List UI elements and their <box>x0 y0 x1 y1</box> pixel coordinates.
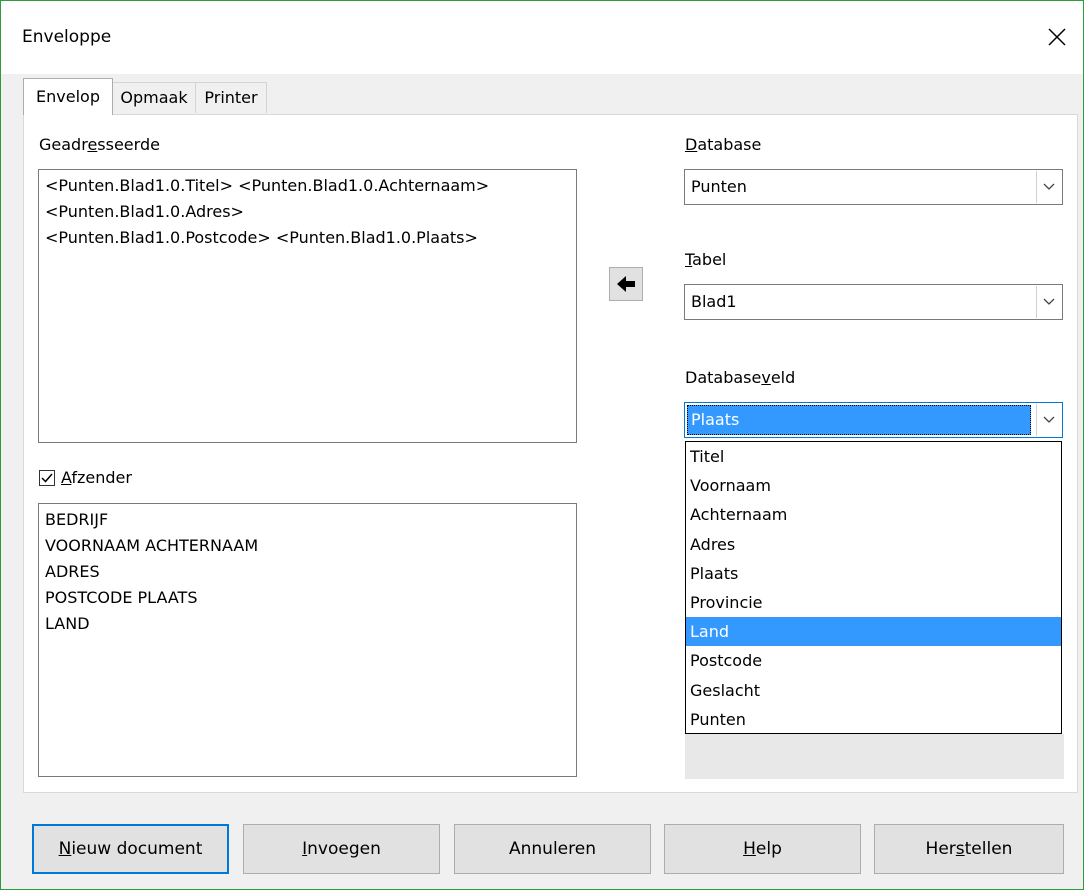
cancel-button[interactable]: Annuleren <box>454 824 651 874</box>
tab-printer[interactable]: Printer <box>195 82 267 113</box>
database-field-select[interactable]: Plaats <box>684 402 1063 438</box>
envelope-dialog: Enveloppe Envelop Opmaak Printer Geadres… <box>0 0 1084 890</box>
arrow-left-icon <box>617 276 635 292</box>
addressee-textbox[interactable]: <Punten.Blad1.0.Titel> <Punten.Blad1.0.A… <box>38 169 577 443</box>
dropdown-option-voornaam[interactable]: Voornaam <box>686 471 1061 500</box>
addressee-line: <Punten.Blad1.0.Titel> <Punten.Blad1.0.A… <box>45 176 490 195</box>
tab-envelop[interactable]: Envelop <box>23 78 113 115</box>
close-button[interactable] <box>1037 19 1077 55</box>
sender-line: VOORNAAM ACHTERNAAM <box>45 536 259 555</box>
dropdown-option-achternaam[interactable]: Achternaam <box>686 500 1061 529</box>
sender-line: POSTCODE PLAATS <box>45 588 198 607</box>
database-field-dropdown: Titel Voornaam Achternaam Adres Plaats P… <box>685 441 1062 734</box>
dropdown-option-provincie[interactable]: Provincie <box>686 588 1061 617</box>
insert-button[interactable]: Invoegen <box>243 824 440 874</box>
sender-label[interactable]: Afzender <box>61 468 132 487</box>
database-value: Punten <box>691 177 747 196</box>
title-bar: Enveloppe <box>1 1 1083 74</box>
addressee-line: <Punten.Blad1.0.Adres> <box>45 202 244 221</box>
tab-opmaak[interactable]: Opmaak <box>111 82 197 113</box>
dropdown-shadow <box>685 734 1064 779</box>
close-icon <box>1048 28 1066 46</box>
chevron-down-icon <box>1036 404 1061 436</box>
database-field-label: Databaseveld <box>685 368 796 387</box>
insert-field-button[interactable] <box>609 267 643 301</box>
dropdown-option-land[interactable]: Land <box>686 617 1061 647</box>
sender-line: ADRES <box>45 562 100 581</box>
dropdown-option-geslacht[interactable]: Geslacht <box>686 676 1061 705</box>
sender-textbox[interactable]: BEDRIJF VOORNAAM ACHTERNAAM ADRES POSTCO… <box>38 503 577 777</box>
chevron-down-icon <box>1036 286 1061 318</box>
sender-checkbox[interactable] <box>39 470 55 486</box>
dropdown-option-titel[interactable]: Titel <box>686 442 1061 471</box>
chevron-down-icon <box>1036 171 1061 203</box>
table-select[interactable]: Blad1 <box>684 284 1063 320</box>
database-label: Database <box>685 135 762 154</box>
dropdown-option-plaats[interactable]: Plaats <box>686 559 1061 588</box>
dropdown-option-postcode[interactable]: Postcode <box>686 646 1061 675</box>
new-document-button[interactable]: Nieuw document <box>32 824 229 874</box>
check-icon <box>41 473 53 483</box>
sender-line: LAND <box>45 614 90 633</box>
database-select[interactable]: Punten <box>684 169 1063 205</box>
help-button[interactable]: Help <box>664 824 861 874</box>
window-title: Enveloppe <box>22 27 112 47</box>
reset-button[interactable]: Her s tellen <box>874 824 1064 874</box>
table-label: Tabel <box>685 250 727 269</box>
addressee-label: Geadresseerde <box>39 135 160 154</box>
dropdown-option-adres[interactable]: Adres <box>686 530 1061 559</box>
table-value: Blad1 <box>691 292 737 311</box>
sender-line: BEDRIJF <box>45 510 109 529</box>
dropdown-option-punten[interactable]: Punten <box>686 705 1061 734</box>
database-field-value: Plaats <box>691 410 740 429</box>
addressee-line: <Punten.Blad1.0.Postcode> <Punten.Blad1.… <box>45 228 478 247</box>
